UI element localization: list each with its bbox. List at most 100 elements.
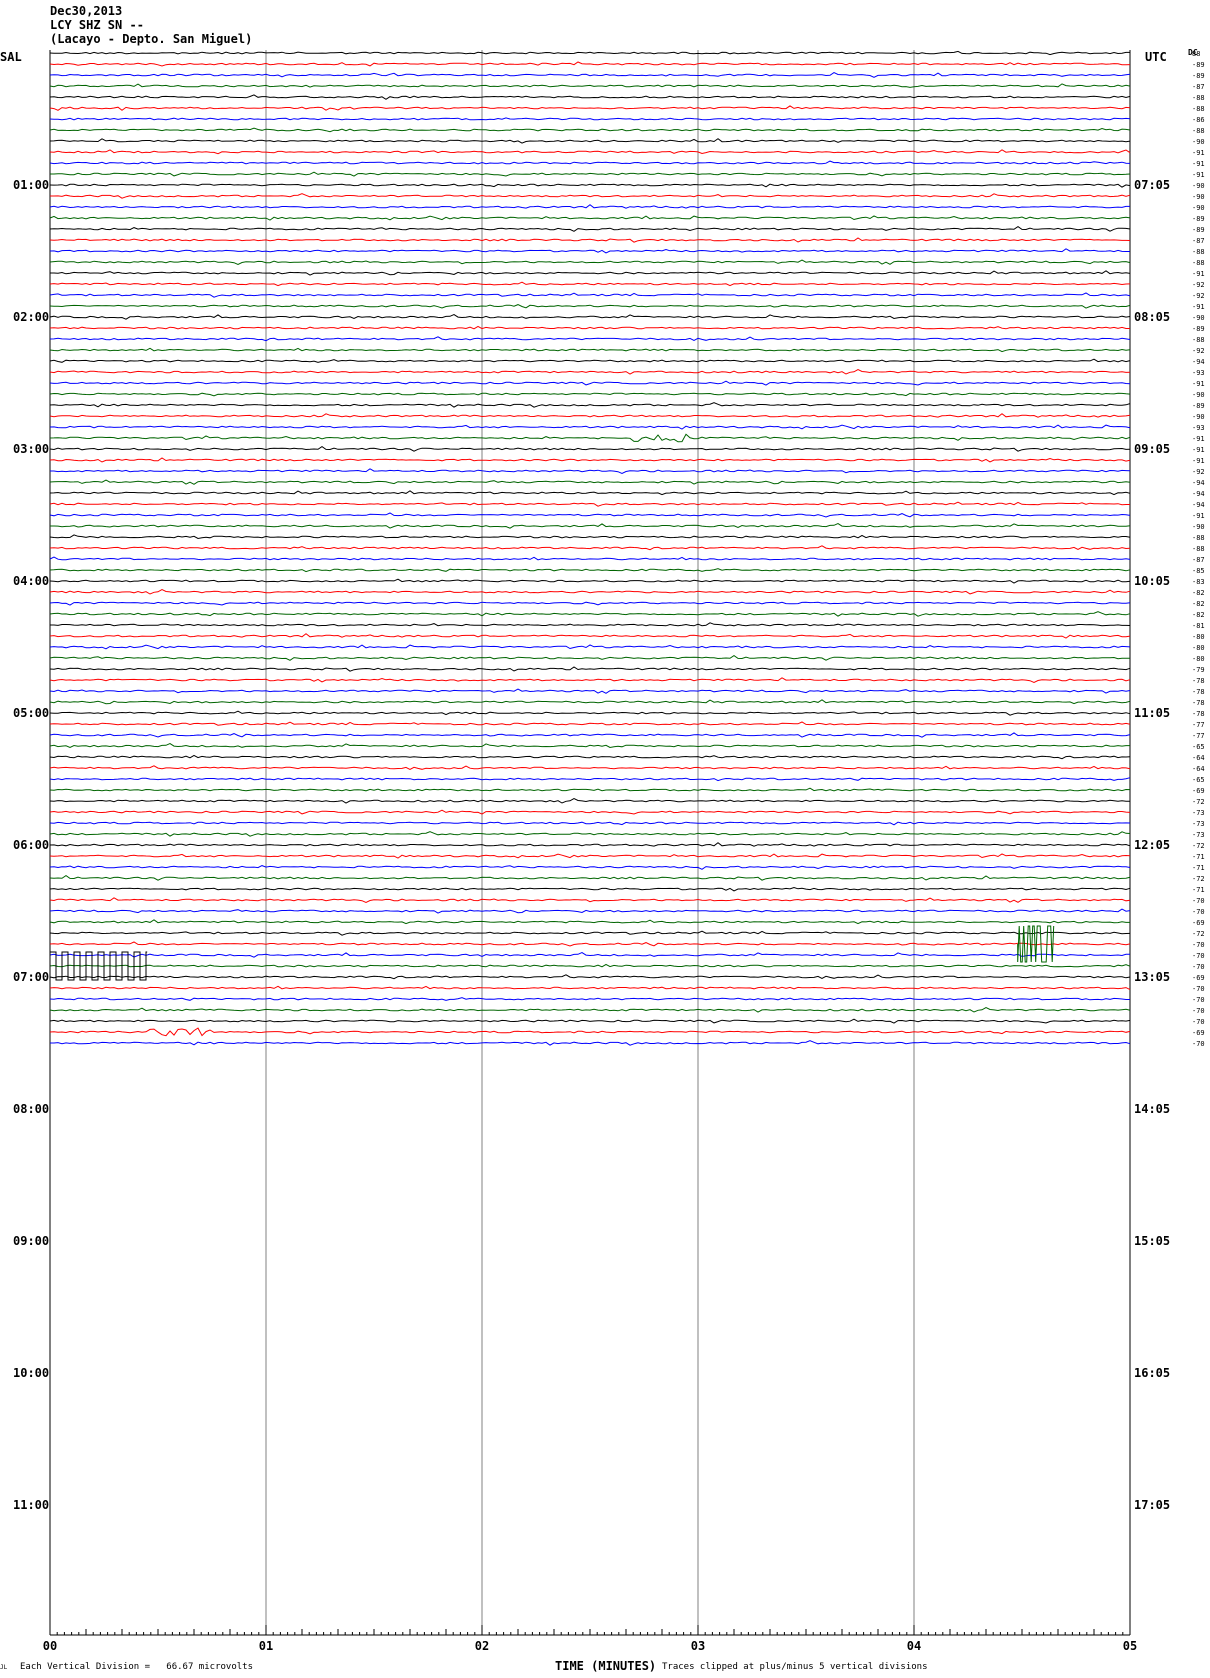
dc-offset-label: -72 [1192, 798, 1205, 806]
trace-line [49, 865, 1131, 870]
header-location: (Lacayo - Depto. San Miguel) [50, 32, 253, 46]
x-tick-label: 01 [259, 1639, 273, 1653]
dc-offset-label: -70 [1192, 1018, 1205, 1026]
header-date: Dec30,2013 [50, 4, 123, 18]
trace-line [49, 545, 1131, 551]
trace-line [49, 304, 1131, 309]
trace-line [49, 710, 1131, 716]
trace-line [49, 908, 1131, 914]
left-hour-label: 10:00 [13, 1366, 49, 1380]
dc-offset-label: -70 [1192, 908, 1205, 916]
trace-line [49, 183, 1131, 188]
right-timezone-label: UTC [1145, 50, 1167, 64]
trace-line [49, 1007, 1131, 1013]
dc-offset-label: -91 [1192, 270, 1205, 278]
trace-line [50, 523, 1131, 529]
right-hour-label: 13:05 [1134, 970, 1170, 984]
trace-line [49, 644, 1131, 650]
dc-offset-label: -70 [1192, 963, 1205, 971]
dc-offset-label: -90 [1192, 138, 1205, 146]
trace-line [49, 809, 1131, 815]
dc-offset-label: -80 [1192, 633, 1205, 641]
trace-line [49, 985, 1131, 991]
dc-offset-label: -88 [1192, 259, 1205, 267]
trace-line [49, 292, 1131, 298]
dc-offset-label: -90 [1192, 182, 1205, 190]
trace-line [49, 347, 1131, 353]
dc-offset-label: -91 [1192, 303, 1205, 311]
trace-line [49, 941, 1131, 947]
dc-offset-label: -77 [1192, 732, 1205, 740]
dc-offset-label: -71 [1192, 864, 1205, 872]
x-tick-label: 04 [907, 1639, 921, 1653]
dc-offset-label: -92 [1192, 281, 1205, 289]
header-channel: LCY SHZ SN -- [50, 18, 144, 32]
axes: 00 01 02 03 04 05 [43, 1625, 1137, 1653]
dc-offset-label: -90 [1192, 523, 1205, 531]
dc-offset-label: -91 [1192, 149, 1205, 157]
trace-line [49, 787, 1131, 792]
dc-offset-label: -89 [1192, 72, 1205, 80]
dc-offset-label: -91 [1192, 160, 1205, 168]
dc-offset-label: -86 [1192, 116, 1205, 124]
dc-offset-label: -79 [1192, 666, 1205, 674]
trace-line [49, 732, 1131, 738]
dc-offset-label: -88 [1192, 105, 1205, 113]
dc-offset-label: -80 [1192, 655, 1205, 663]
dc-offset-label: -83 [1192, 578, 1205, 586]
dc-offset-label: -92 [1192, 292, 1205, 300]
right-hour-label: 08:05 [1134, 310, 1170, 324]
right-hour-label: 14:05 [1134, 1102, 1170, 1116]
seismic-traces [49, 50, 1131, 1046]
trace-line [49, 534, 1131, 540]
dc-offset-label: -92 [1192, 347, 1205, 355]
left-hour-label: 08:00 [13, 1102, 49, 1116]
trace-line [49, 445, 1131, 452]
trace-line [49, 853, 1131, 859]
scale-note: Each Vertical Division = 66.67 microvolt… [20, 1662, 253, 1672]
left-hour-label: 04:00 [13, 574, 49, 588]
trace-line [49, 61, 1131, 67]
trace-line [49, 413, 1131, 418]
trace-line [49, 501, 1130, 507]
dc-offset-label: -65 [1192, 776, 1205, 784]
dc-offset-label: -88 [1192, 534, 1205, 542]
trace-line [49, 380, 1131, 386]
dc-offset-label: -87 [1192, 237, 1205, 245]
trace-line [49, 138, 1131, 144]
trace-line [49, 821, 1131, 826]
trace-line [49, 490, 1131, 496]
trace-line [50, 1040, 1131, 1046]
trace-line [49, 798, 1131, 804]
trace-line [49, 72, 1131, 78]
dc-offset-label: -88 [1192, 94, 1205, 102]
right-hour-label: 16:05 [1134, 1366, 1170, 1380]
trace-line [49, 589, 1131, 595]
trace-line [49, 314, 1131, 320]
trace-line [50, 468, 1131, 474]
trace-line [49, 83, 1131, 88]
minute-gridlines [49, 50, 1131, 1635]
right-hour-label: 15:05 [1134, 1234, 1170, 1248]
right-hour-label: 07:05 [1134, 178, 1170, 192]
dc-offset-label: -89 [1192, 215, 1205, 223]
trace-line [49, 281, 1131, 287]
dc-offset-label: -73 [1192, 820, 1205, 828]
trace-line [49, 50, 1130, 56]
trace-line [49, 225, 1131, 232]
dc-offset-label: -88 [1192, 545, 1205, 553]
dc-offset-label: -64 [1192, 754, 1205, 762]
dc-offset-label: -70 [1192, 985, 1205, 993]
trace-line [49, 831, 1131, 837]
x-tick-label: 02 [475, 1639, 489, 1653]
trace-line [49, 754, 1131, 760]
left-hour-label: 09:00 [13, 1234, 49, 1248]
dc-offset-label: -90 [1192, 204, 1205, 212]
right-hour-label: 09:05 [1134, 442, 1170, 456]
trace-line [49, 105, 1131, 111]
dc-offset-label: -65 [1192, 743, 1205, 751]
dc-offset-label: -73 [1192, 831, 1205, 839]
trace-line [49, 248, 1130, 254]
trace-line [49, 94, 1131, 100]
right-hour-label: 11:05 [1134, 706, 1170, 720]
